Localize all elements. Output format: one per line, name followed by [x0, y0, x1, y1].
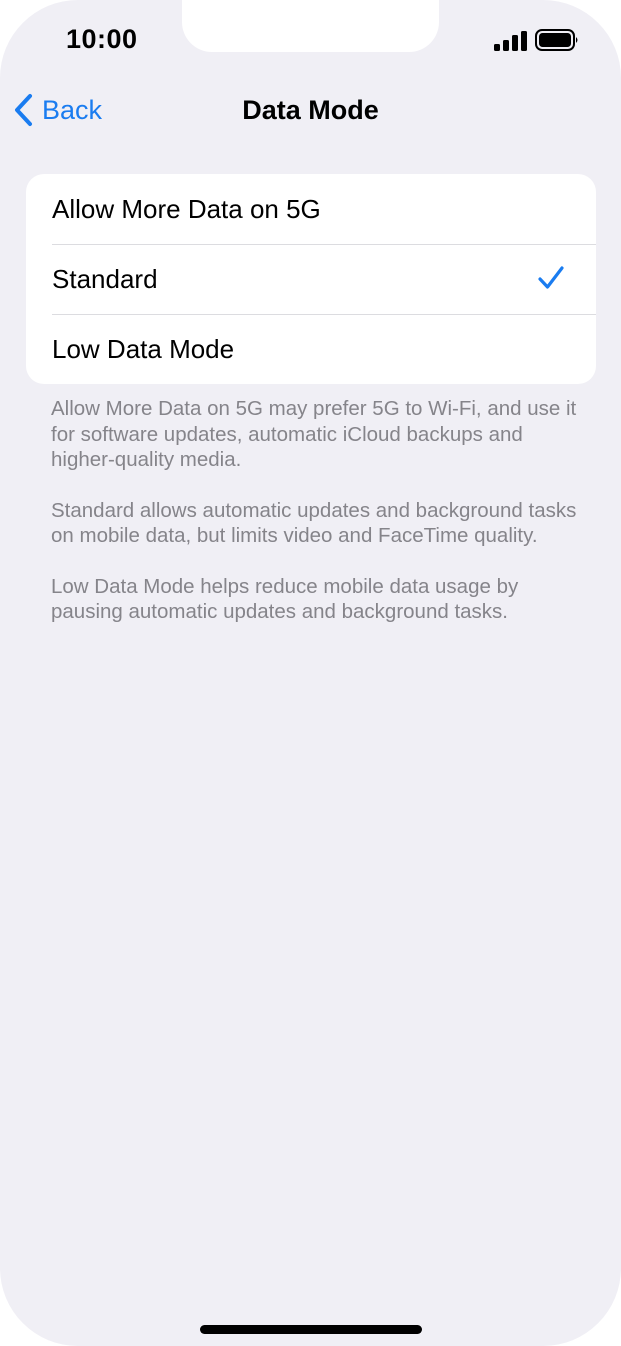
cellular-signal-icon: [494, 31, 527, 51]
option-label: Standard: [52, 263, 158, 294]
page-title: Data Mode: [242, 95, 379, 125]
home-indicator[interactable]: [200, 1325, 422, 1334]
option-allow-more-data-5g[interactable]: Allow More Data on 5G: [26, 174, 596, 244]
option-standard[interactable]: Standard: [26, 244, 596, 314]
note-standard: Standard allows automatic updates and ba…: [51, 498, 577, 548]
battery-full-icon: [535, 29, 578, 51]
checkmark-icon: [538, 266, 564, 289]
option-label: Low Data Mode: [52, 333, 235, 364]
note-low-data-mode: Low Data Mode helps reduce mobile data u…: [51, 574, 519, 624]
footer-notes: Allow More Data on 5G may prefer 5G to W…: [51, 396, 581, 650]
status-time: 10:00: [66, 24, 138, 54]
note-allow-more-data: Allow More Data on 5G may prefer 5G to W…: [51, 397, 577, 471]
data-mode-options: Allow More Data on 5G Standard Low Data …: [26, 174, 596, 384]
phone-screen: 10:00 Back Data Mode Allow More Data on …: [0, 0, 621, 1346]
device-notch: [182, 0, 439, 52]
option-label: Allow More Data on 5G: [52, 193, 321, 224]
option-low-data-mode[interactable]: Low Data Mode: [26, 314, 596, 384]
